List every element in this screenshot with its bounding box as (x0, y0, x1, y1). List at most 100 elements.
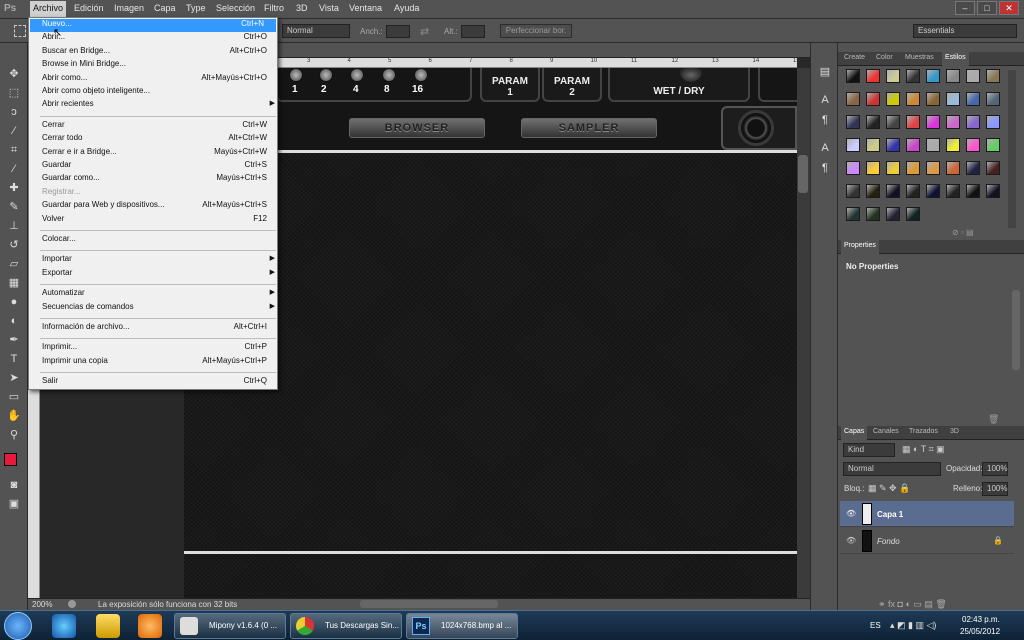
blur-tool-icon[interactable]: ● (7, 295, 21, 309)
quick-select-icon[interactable]: ⁄ (7, 124, 21, 138)
menu-3d[interactable]: 3D (293, 3, 311, 13)
file-menu-item[interactable]: Guardar Ctrl+S (42, 160, 267, 173)
file-menu-item[interactable]: Exportar ▶ (42, 268, 275, 281)
style-swatch[interactable] (986, 92, 1000, 106)
media-player-icon[interactable] (138, 614, 162, 638)
blend-mode-select[interactable]: Normal (843, 462, 941, 476)
marquee-tool-icon[interactable]: ⬚ (7, 86, 21, 100)
styles-scrollbar[interactable] (1008, 70, 1016, 228)
opacity-field[interactable]: 100% (982, 462, 1008, 476)
style-swatch[interactable] (886, 161, 900, 175)
maximize-button[interactable]: □ (977, 1, 997, 15)
style-swatch[interactable] (986, 161, 1000, 175)
style-swatch[interactable] (866, 161, 880, 175)
styles-footer-icons[interactable]: ⊘ ▫ ▤ (952, 228, 974, 237)
file-menu-item[interactable]: Buscar en Bridge... Alt+Ctrl+O (42, 46, 267, 59)
style-swatch[interactable] (906, 184, 920, 198)
gradient-tool-icon[interactable]: ▦ (7, 276, 21, 290)
file-menu-item[interactable]: Imprimir... Ctrl+P (42, 342, 267, 355)
menu-filtro[interactable]: Filtro (261, 3, 287, 13)
eye-icon[interactable]: 👁 (846, 509, 856, 518)
char-styles-icon[interactable]: A (818, 141, 832, 155)
marquee-tool-icon[interactable] (14, 25, 26, 37)
style-swatch[interactable] (886, 115, 900, 129)
hand-tool-icon[interactable]: ✋ (7, 409, 21, 423)
language-indicator[interactable]: ES (870, 621, 881, 630)
brush-tool-icon[interactable]: ✎ (7, 200, 21, 214)
height-field[interactable] (461, 25, 485, 38)
layer-name[interactable]: Fondo (877, 537, 900, 546)
style-swatch[interactable] (846, 92, 860, 106)
style-swatch[interactable] (886, 138, 900, 152)
menu-archivo[interactable]: Archivo (30, 1, 67, 18)
layer-filter-icons[interactable]: ▦ ◐ T ⌗ ▣ (902, 444, 945, 455)
swap-icon[interactable]: ⇄ (420, 25, 429, 38)
clock-time[interactable]: 02:43 p.m. (962, 615, 1000, 624)
style-swatch[interactable] (846, 161, 860, 175)
shape-tool-icon[interactable]: ▭ (7, 390, 21, 404)
style-swatch[interactable] (926, 69, 940, 83)
style-swatch[interactable] (886, 184, 900, 198)
style-swatch[interactable] (946, 138, 960, 152)
style-swatch[interactable] (866, 138, 880, 152)
tab-estilos[interactable]: Estilos (942, 52, 969, 66)
history-brush-icon[interactable]: ↺ (7, 238, 21, 252)
style-swatch[interactable] (966, 69, 980, 83)
style-swatch[interactable] (986, 115, 1000, 129)
style-swatch[interactable] (846, 184, 860, 198)
eyedropper-icon[interactable]: ⁄ (7, 162, 21, 176)
layers-footer-icons[interactable]: ⚭ fx ◘ ◐ ▭ ▤ 🗑 (878, 599, 947, 610)
file-menu-item[interactable]: Guardar como... Mayús+Ctrl+S (42, 173, 267, 186)
tab-create[interactable]: Create (841, 54, 868, 61)
menu-seleccion[interactable]: Selección (213, 3, 258, 13)
foreground-color-swatch[interactable] (4, 453, 17, 466)
pen-tool-icon[interactable]: ✒ (7, 333, 21, 347)
file-menu-item[interactable]: Nuevo... Ctrl+N (30, 19, 276, 32)
style-swatch[interactable] (946, 161, 960, 175)
style-swatch[interactable] (886, 207, 900, 221)
move-tool-icon[interactable]: ✥ (7, 67, 21, 81)
close-button[interactable]: ✕ (999, 1, 1019, 15)
style-swatch[interactable] (846, 69, 860, 83)
menu-imagen[interactable]: Imagen (111, 3, 147, 13)
width-field[interactable] (386, 25, 410, 38)
dodge-tool-icon[interactable]: ◐ (7, 314, 21, 328)
lock-icons[interactable]: ▦ ✎ ✥ 🔒 (868, 483, 910, 494)
file-menu-item[interactable]: Información de archivo... Alt+Ctrl+I (42, 322, 267, 335)
style-swatch[interactable] (986, 138, 1000, 152)
file-menu-item[interactable]: Secuencias de comandos ▶ (42, 302, 275, 315)
style-swatch[interactable] (926, 92, 940, 106)
style-swatch[interactable] (966, 138, 980, 152)
healing-brush-icon[interactable]: ✚ (7, 181, 21, 195)
workspace-select[interactable]: Essentials (913, 24, 1017, 38)
file-menu-item[interactable]: Volver F12 (42, 214, 267, 227)
fill-field[interactable]: 100% (982, 482, 1008, 496)
start-button-icon[interactable] (4, 612, 32, 640)
layer-name[interactable]: Capa 1 (877, 510, 903, 519)
style-swatch[interactable] (946, 69, 960, 83)
style-swatch[interactable] (966, 161, 980, 175)
style-swatch[interactable] (906, 207, 920, 221)
minimize-button[interactable]: – (955, 1, 975, 15)
menu-ventana[interactable]: Ventana (346, 3, 385, 13)
paragraph-panel-icon[interactable]: ¶ (818, 113, 832, 127)
character-panel-icon[interactable]: A (818, 93, 832, 107)
refine-edge-button[interactable]: Perfeccionar bor. (500, 24, 572, 38)
layer-filter-select[interactable]: Kind (843, 443, 895, 457)
zoom-tool-icon[interactable]: ⚲ (7, 428, 21, 442)
vertical-scroll-thumb[interactable] (798, 155, 808, 193)
style-swatch[interactable] (906, 115, 920, 129)
style-swatch[interactable] (846, 115, 860, 129)
style-swatch[interactable] (946, 184, 960, 198)
lasso-tool-icon[interactable]: ↄ (7, 105, 21, 119)
horizontal-scroll-thumb[interactable] (360, 600, 498, 608)
type-tool-icon[interactable]: T (7, 352, 21, 366)
style-select[interactable]: Normal (282, 24, 350, 38)
layer-row-fondo[interactable]: 👁 Fondo 🔒 (840, 528, 1014, 554)
para-styles-icon[interactable]: ¶ (818, 161, 832, 175)
style-swatch[interactable] (966, 115, 980, 129)
style-swatch[interactable] (926, 138, 940, 152)
tab-capas[interactable]: Capas (841, 426, 868, 440)
file-menu-item[interactable]: Browse in Mini Bridge... (42, 59, 267, 72)
tab-3d[interactable]: 3D (947, 428, 962, 435)
